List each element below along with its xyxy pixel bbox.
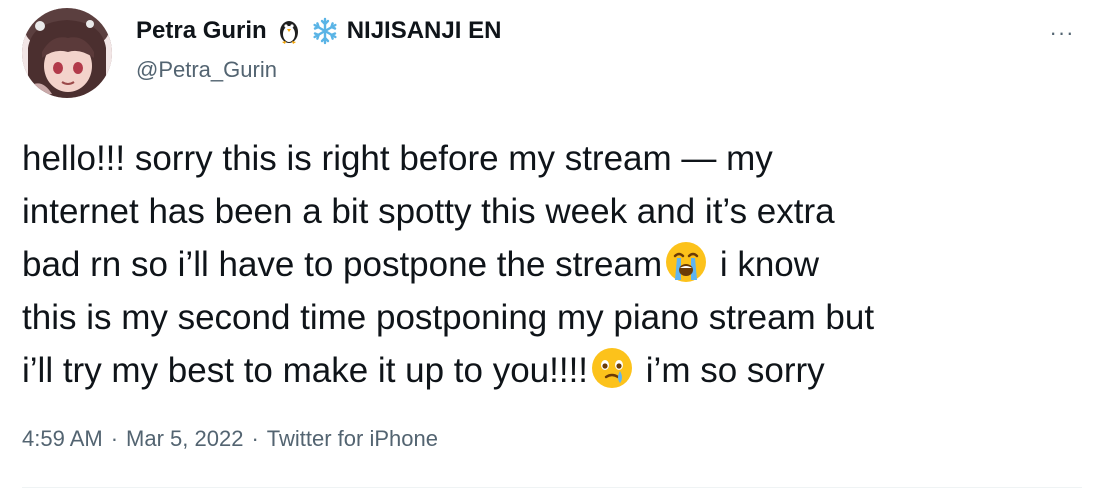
tweet-text-segment: bad rn so i’ll have to postpone the stre… xyxy=(22,245,663,284)
tweet: Petra Gurin NIJISANJI EN @Petra_Gurin ··… xyxy=(0,0,1096,498)
tweet-line: bad rn so i’ll have to postpone the stre… xyxy=(22,238,1078,291)
more-icon: ··· xyxy=(1049,20,1075,45)
meta-separator: · xyxy=(251,426,259,451)
author-name-row[interactable]: Petra Gurin NIJISANJI EN xyxy=(136,16,501,46)
avatar[interactable] xyxy=(22,8,112,98)
affiliation: NIJISANJI EN xyxy=(346,17,502,44)
more-options-button[interactable]: ··· xyxy=(1042,18,1082,48)
tweet-source-app[interactable]: Twitter for iPhone xyxy=(267,424,438,454)
avatar-image xyxy=(22,8,112,98)
face-holding-back-tears-emoji xyxy=(590,346,634,390)
tweet-time[interactable]: 4:59 AM xyxy=(22,424,103,454)
tweet-meta: 4:59 AM · Mar 5, 2022 · Twitter for iPho… xyxy=(22,424,438,454)
snowflake-icon xyxy=(311,17,339,45)
meta-separator: · xyxy=(110,426,119,451)
tweet-line: internet has been a bit spotty this week… xyxy=(22,192,835,231)
display-name[interactable]: Petra Gurin xyxy=(136,16,267,46)
tweet-text: hello!!! sorry this is right before my s… xyxy=(22,132,1078,397)
user-handle[interactable]: @Petra_Gurin xyxy=(136,56,277,84)
penguin-icon xyxy=(275,17,303,45)
divider xyxy=(22,487,1082,488)
tweet-line: this is my second time postponing my pia… xyxy=(22,298,875,337)
loudly-crying-face-emoji xyxy=(664,240,708,284)
tweet-line: hello!!! sorry this is right before my s… xyxy=(22,139,773,178)
tweet-text-segment: i’ll try my best to make it up to you!!!… xyxy=(22,351,589,390)
tweet-line: i’ll try my best to make it up to you!!!… xyxy=(22,344,1078,397)
tweet-text-segment: i know xyxy=(710,245,820,284)
tweet-date[interactable]: Mar 5, 2022 xyxy=(126,424,243,454)
tweet-text-segment: i’m so sorry xyxy=(636,351,825,390)
